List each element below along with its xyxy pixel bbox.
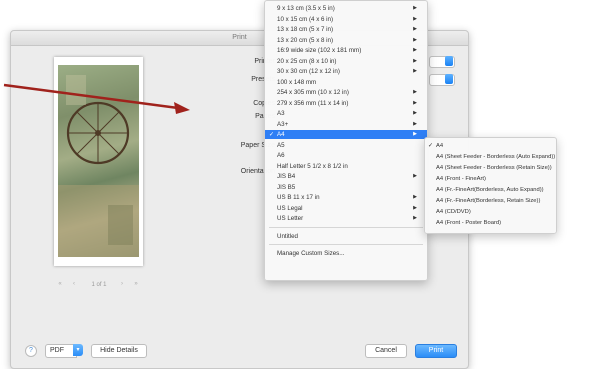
paper-size-item[interactable]: 100 x 148 mm: [265, 78, 427, 87]
paper-size-label: JIS B4: [277, 173, 296, 180]
paper-size-item[interactable]: 20 x 25 cm (8 x 10 in) ▶: [265, 57, 427, 66]
paper-size-label: 16:9 wide size (102 x 181 mm): [277, 47, 362, 54]
paper-size-item[interactable]: US Legal ▶: [265, 204, 427, 213]
paper-size-label: A3: [277, 110, 285, 117]
paper-size-item[interactable]: 13 x 18 cm (5 x 7 in) ▶: [265, 25, 427, 34]
paper-size-item[interactable]: 13 x 20 cm (5 x 8 in) ▶: [265, 36, 427, 45]
paper-size-label: 13 x 20 cm (5 x 8 in): [277, 36, 334, 44]
submenu-arrow-icon: ▶: [413, 131, 417, 137]
paper-size-item[interactable]: US B 11 x 17 in ▶: [265, 193, 427, 202]
paper-size-item[interactable]: JIS B4 ▶: [265, 172, 427, 181]
menu-separator: [269, 243, 423, 245]
paper-size-item[interactable]: ✓ A4 ▶: [265, 130, 427, 139]
submenu-arrow-icon: ▶: [413, 194, 417, 200]
submenu-arrow-icon: ▶: [413, 47, 417, 53]
a4-variant-item[interactable]: A4 (Fr.-FineArt(Borderless, Retain Size)…: [425, 197, 556, 206]
paper-size-item[interactable]: Half Letter 5 1/2 x 8 1/2 in: [265, 162, 427, 171]
a4-variant-label: A4 (Fr.-FineArt(Borderless, Retain Size)…: [436, 198, 541, 204]
paper-size-label: A3+: [277, 120, 289, 128]
untitled-item[interactable]: Untitled: [265, 232, 427, 241]
submenu-arrow-icon: ▶: [413, 15, 417, 22]
paper-size-label: US Legal: [277, 204, 303, 212]
paper-size-menu: 9 x 13 cm (3.5 x 5 in) ▶ 10 x 15 cm (4 x 6…: [264, 0, 428, 281]
paper-size-label: 9 x 13 cm (3.5 x 5 in): [277, 5, 335, 12]
paper-size-item[interactable]: A6: [265, 151, 427, 160]
paper-size-label: 30 x 30 cm (12 x 12 in): [277, 68, 340, 75]
paper-size-item[interactable]: 16:9 wide size (102 x 181 mm) ▶: [265, 46, 427, 55]
paper-size-label: 254 x 305 mm (10 x 12 in): [277, 89, 349, 96]
a4-variant-item[interactable]: A4 (Front - FineArt): [425, 175, 556, 184]
paper-size-item[interactable]: A3+ ▶: [265, 120, 427, 129]
paper-size-label: A5: [277, 141, 285, 149]
paper-size-label: 279 x 356 mm (11 x 14 in): [277, 99, 349, 107]
submenu-arrow-icon: ▶: [413, 215, 417, 221]
a4-variant-item[interactable]: A4 (Front - Poster Board): [425, 219, 556, 228]
a4-variant-item[interactable]: A4 (Sheet Feeder - Borderless (Auto Expa…: [425, 153, 556, 162]
submenu-arrow-icon: ▶: [413, 57, 417, 64]
a4-variant-label: A4 (CD/DVD): [436, 209, 471, 215]
menu-separator: [269, 226, 423, 228]
paper-size-item[interactable]: 279 x 356 mm (11 x 14 in) ▶: [265, 99, 427, 108]
a4-variant-label: A4 (Front - FineArt): [436, 176, 486, 182]
a4-submenu: ✓ A4 A4 (Sheet Feeder - Borderless (Auto E…: [424, 137, 557, 234]
a4-variant-label: A4 (Sheet Feeder - Borderless (Retain Si…: [436, 165, 552, 171]
a4-variant-item[interactable]: ✓ A4: [425, 142, 556, 151]
paper-size-label: JIS B5: [277, 183, 296, 191]
manage-custom-sizes-item[interactable]: Manage Custom Sizes...: [265, 249, 427, 258]
a4-variant-item[interactable]: A4 (Fr.-FineArt(Borderless, Auto Expand)…: [425, 186, 556, 195]
submenu-arrow-icon: ▶: [413, 68, 417, 74]
a4-variant-label: A4 (Sheet Feeder - Borderless (Auto Expa…: [436, 154, 556, 160]
paper-size-label: US Letter: [277, 215, 304, 222]
submenu-arrow-icon: ▶: [413, 110, 417, 116]
paper-size-label: A6: [277, 152, 285, 159]
paper-size-item[interactable]: JIS B5: [265, 183, 427, 192]
submenu-arrow-icon: ▶: [413, 120, 417, 127]
paper-size-item[interactable]: US Letter ▶: [265, 214, 427, 223]
submenu-arrow-icon: ▶: [413, 5, 417, 11]
paper-size-item[interactable]: 254 x 305 mm (10 x 12 in) ▶: [265, 88, 427, 97]
paper-size-item[interactable]: A3 ▶: [265, 109, 427, 118]
paper-size-label: 20 x 25 cm (8 x 10 in): [277, 57, 337, 65]
untitled-label: Untitled: [277, 232, 298, 240]
paper-size-item[interactable]: A5: [265, 141, 427, 150]
submenu-arrow-icon: ▶: [413, 26, 417, 32]
checkmark-icon: ✓: [269, 131, 275, 138]
a4-variant-label: A4 (Fr.-FineArt(Borderless, Auto Expand)…: [436, 187, 544, 193]
submenu-arrow-icon: ▶: [413, 204, 417, 211]
submenu-arrow-icon: ▶: [413, 173, 417, 179]
a4-variant-label: A4 (Front - Poster Board): [436, 220, 502, 226]
paper-size-item[interactable]: 30 x 30 cm (12 x 12 in) ▶: [265, 67, 427, 76]
paper-size-label: 13 x 18 cm (5 x 7 in): [277, 26, 334, 33]
paper-size-item[interactable]: 10 x 15 cm (4 x 6 in) ▶: [265, 15, 427, 24]
a4-variant-item[interactable]: A4 (Sheet Feeder - Borderless (Retain Si…: [425, 164, 556, 173]
submenu-arrow-icon: ▶: [413, 36, 417, 43]
checkmark-icon: ✓: [428, 143, 433, 149]
paper-size-label: A4: [277, 131, 285, 138]
paper-size-label: Half Letter 5 1/2 x 8 1/2 in: [277, 162, 348, 170]
submenu-arrow-icon: ▶: [413, 99, 417, 106]
submenu-arrow-icon: ▶: [413, 89, 417, 95]
paper-size-label: US B 11 x 17 in: [277, 194, 320, 201]
paper-size-label: 100 x 148 mm: [277, 78, 317, 86]
a4-variant-item[interactable]: A4 (CD/DVD): [425, 208, 556, 217]
manage-custom-sizes-label: Manage Custom Sizes...: [277, 249, 345, 257]
paper-size-label: 10 x 15 cm (4 x 6 in): [277, 15, 334, 23]
paper-size-item[interactable]: 9 x 13 cm (3.5 x 5 in) ▶: [265, 4, 427, 13]
a4-variant-label: A4: [436, 143, 444, 149]
